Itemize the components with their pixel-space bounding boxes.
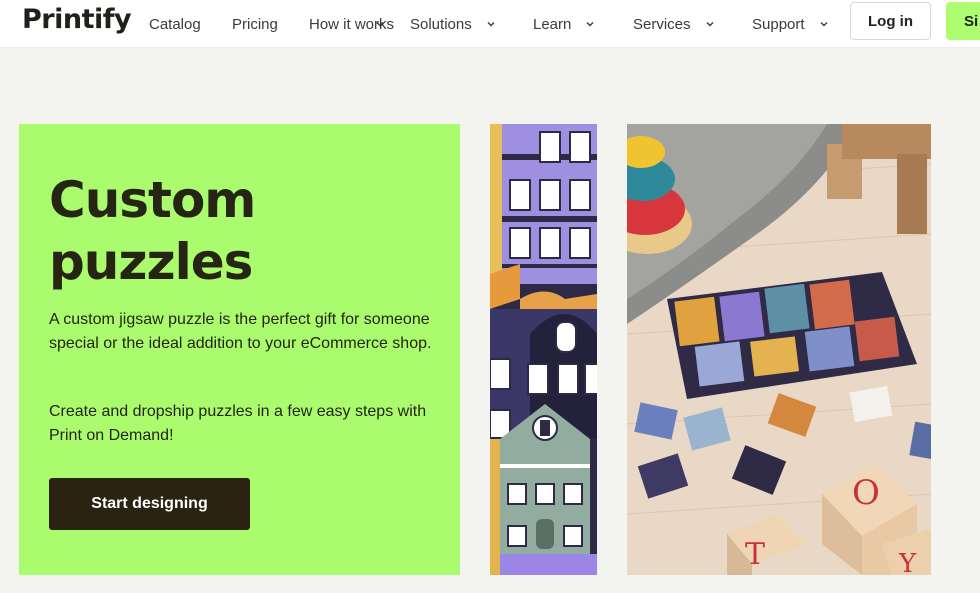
svg-text:Y: Y (898, 549, 917, 575)
nav-services[interactable]: Services (633, 0, 715, 48)
nav-support[interactable]: Support (752, 0, 829, 48)
hero-subdescription: Create and dropship puzzles in a few eas… (49, 403, 427, 444)
chevron-down-icon (586, 22, 594, 27)
nav-label: Services (633, 15, 691, 33)
page-title: Custom puzzles (49, 169, 429, 293)
nav-catalog[interactable]: Catalog (149, 0, 201, 48)
nav-solutions[interactable]: Solutions (410, 0, 496, 48)
nav-label: Support (752, 15, 805, 33)
nav-label: Learn (533, 15, 572, 33)
nav-label: How it works (309, 15, 395, 33)
chevron-down-icon (376, 22, 384, 27)
site-header: Printify Catalog Pricing How it works So… (0, 0, 980, 48)
title-line: puzzles (49, 233, 253, 291)
puzzle-houses-illustration (490, 124, 597, 575)
logo[interactable]: Printify (22, 4, 132, 35)
puzzle-product-photo: O T Y (627, 124, 931, 575)
hero-card: Custom puzzles A custom jigsaw puzzle is… (19, 124, 460, 575)
nav-label: Solutions (410, 15, 472, 33)
chevron-down-icon (820, 22, 828, 27)
nav-label: Catalog (149, 15, 201, 33)
svg-text:T: T (745, 537, 765, 572)
title-line: Custom (49, 171, 256, 229)
signup-button[interactable]: Si (946, 2, 980, 40)
chevron-down-icon (706, 22, 714, 27)
login-button[interactable]: Log in (850, 2, 931, 40)
svg-text:O: O (852, 473, 880, 513)
nav-learn[interactable]: Learn (533, 0, 595, 48)
start-designing-button[interactable]: Start designing (49, 478, 250, 530)
chevron-down-icon (487, 22, 495, 27)
nav-pricing[interactable]: Pricing (232, 0, 278, 48)
nav-how-it-works[interactable]: How it works (309, 0, 395, 48)
nav-label: Pricing (232, 15, 278, 33)
hero-description: A custom jigsaw puzzle is the perfect gi… (49, 311, 432, 352)
